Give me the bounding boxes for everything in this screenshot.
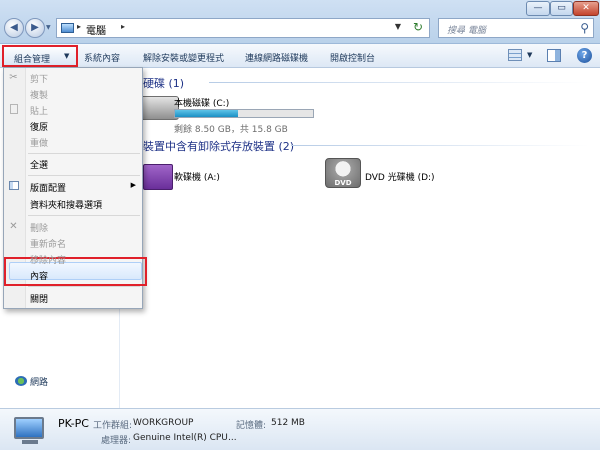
menu-item-label: 資料夾和搜尋選項	[30, 201, 103, 211]
computer-stand-icon	[22, 440, 38, 444]
menu-separator	[28, 175, 140, 176]
refresh-icon[interactable]: ↻	[413, 20, 423, 34]
delete-icon: ✕	[9, 221, 18, 232]
group-divider	[291, 145, 589, 146]
menu-item-rename[interactable]: 重新命名	[26, 235, 142, 251]
organize-label: 組合管理	[14, 55, 51, 65]
menu-item-label: 重做	[30, 139, 49, 149]
command-bar: 組合管理 ▼ 系統內容 解除安裝或變更程式 連線網路磁碟機 開啟控制台 ▼ ?	[0, 44, 600, 68]
breadcrumb-separator-icon[interactable]: ▸	[77, 22, 81, 31]
group-header-removable[interactable]: 裝置中含有卸除式存放裝置 (2)	[143, 138, 294, 154]
back-button[interactable]: ◀	[4, 18, 24, 38]
map-network-drive-button[interactable]: 連線網路磁碟機	[245, 51, 308, 64]
workgroup-value: WORKGROUP	[133, 418, 194, 428]
group-header-hard-disks[interactable]: 硬碟 (1)	[143, 75, 184, 91]
menu-item-remove-properties[interactable]: 移除內容	[26, 251, 142, 267]
menu-item-label: 關閉	[30, 295, 49, 305]
menu-item-label: 內容	[30, 272, 49, 282]
view-dropdown-icon[interactable]: ▼	[527, 51, 532, 59]
chevron-down-icon: ▼	[64, 52, 70, 60]
preview-pane-icon[interactable]	[547, 49, 561, 62]
memory-value: 512 MB	[271, 418, 305, 428]
organize-button[interactable]: 組合管理 ▼	[2, 45, 78, 67]
forward-button[interactable]: ▶	[25, 18, 45, 38]
paste-icon	[10, 104, 18, 114]
disk-free-space: 剩餘 8.50 GB，共 15.8 GB	[174, 125, 288, 135]
system-properties-button[interactable]: 系統內容	[84, 51, 120, 64]
menu-item-label: 全選	[30, 161, 49, 171]
menu-item-label: 復原	[30, 123, 49, 133]
menu-item-delete[interactable]: ✕ 刪除	[9, 219, 142, 235]
search-placeholder: 搜尋 電腦	[447, 26, 486, 36]
search-input[interactable]: 搜尋 電腦 ⚲	[438, 18, 594, 38]
menu-item-properties[interactable]: 內容	[26, 267, 142, 283]
scissors-icon: ✂	[9, 72, 18, 83]
menu-item-cut[interactable]: ✂ 剪下	[9, 70, 142, 86]
menu-separator	[28, 153, 140, 154]
hard-drive-icon[interactable]	[139, 96, 179, 120]
computer-name: PK-PC	[58, 417, 89, 430]
content-pane: 硬碟 (1) 本機磁碟 (C:) 剩餘 8.50 GB，共 15.8 GB 裝置…	[121, 68, 600, 408]
breadcrumb-separator-icon[interactable]: ▸	[121, 22, 125, 31]
close-button[interactable]: ✕	[573, 1, 599, 16]
local-disk-c-label[interactable]: 本機磁碟 (C:)	[174, 96, 229, 109]
network-icon	[15, 376, 27, 386]
breadcrumb-computer[interactable]: 電腦	[86, 22, 106, 37]
menu-item-redo[interactable]: 重做	[26, 134, 142, 150]
computer-icon	[61, 23, 74, 33]
view-options-icon[interactable]	[508, 49, 522, 61]
computer-icon	[14, 417, 44, 439]
menu-item-label: 刪除	[30, 224, 49, 234]
menu-item-label: 版面配置	[30, 184, 67, 194]
group-divider	[209, 82, 589, 83]
menu-separator	[28, 286, 140, 287]
menu-item-label: 重新命名	[30, 240, 67, 250]
menu-item-close[interactable]: 關閉	[26, 290, 142, 306]
search-icon[interactable]: ⚲	[580, 21, 589, 35]
menu-item-label: 貼上	[30, 107, 49, 117]
menu-item-copy[interactable]: 複製	[26, 86, 142, 102]
address-dropdown-icon[interactable]: ▼	[395, 22, 401, 31]
dvd-drive-icon[interactable]: DVD	[325, 158, 361, 188]
details-pane: PK-PC 工作群組: WORKGROUP 記憶體: 512 MB 處理器: G…	[0, 408, 600, 450]
floppy-drive-icon[interactable]	[143, 164, 173, 190]
window-titlebar: — ▭ ✕ ◀ ▶ ▼ ▸ 電腦 ▸ ▼ ↻ 搜尋 電腦 ⚲	[0, 0, 600, 44]
nav-item-label: 網路	[30, 378, 49, 388]
menu-item-paste[interactable]: 貼上	[10, 102, 142, 118]
maximize-button[interactable]: ▭	[550, 1, 573, 16]
minimize-button[interactable]: —	[526, 1, 550, 16]
workgroup-label: 工作群組:	[93, 421, 133, 431]
menu-item-undo[interactable]: 復原	[26, 118, 142, 134]
layout-icon	[9, 181, 19, 190]
menu-item-label: 剪下	[30, 75, 49, 85]
disk-usage-fill	[175, 110, 239, 117]
open-control-panel-button[interactable]: 開啟控制台	[330, 51, 375, 64]
help-icon[interactable]: ?	[577, 48, 592, 63]
copy-icon	[8, 88, 19, 99]
menu-item-label: 移除內容	[30, 256, 67, 266]
menu-item-folder-and-search-options[interactable]: 資料夾和搜尋選項	[26, 196, 142, 212]
memory-label: 記憶體:	[236, 421, 267, 431]
uninstall-program-button[interactable]: 解除安裝或變更程式	[143, 51, 224, 64]
floppy-drive-label[interactable]: 軟碟機 (A:)	[174, 170, 220, 183]
cpu-value: Genuine Intel(R) CPU	[133, 433, 228, 443]
cpu-more: ...	[228, 433, 237, 443]
dvd-drive-label[interactable]: DVD 光碟機 (D:)	[365, 170, 435, 183]
menu-item-label: 複製	[30, 91, 49, 101]
cpu-label: 處理器:	[101, 436, 132, 446]
submenu-arrow-icon: ▶	[130, 181, 136, 189]
recent-pages-dropdown[interactable]: ▼	[46, 24, 51, 31]
menu-item-select-all[interactable]: 全選	[26, 156, 142, 172]
menu-separator	[28, 215, 140, 216]
organize-menu: ✂ 剪下 複製 貼上 復原 重做 全選 版面配置 ▶ 資料夾和搜尋選項 ✕ 刪除…	[3, 67, 147, 309]
disk-usage-bar	[174, 109, 314, 118]
menu-item-layout[interactable]: 版面配置 ▶	[9, 179, 142, 195]
address-bar[interactable]: ▸ 電腦 ▸ ▼ ↻	[56, 18, 430, 38]
